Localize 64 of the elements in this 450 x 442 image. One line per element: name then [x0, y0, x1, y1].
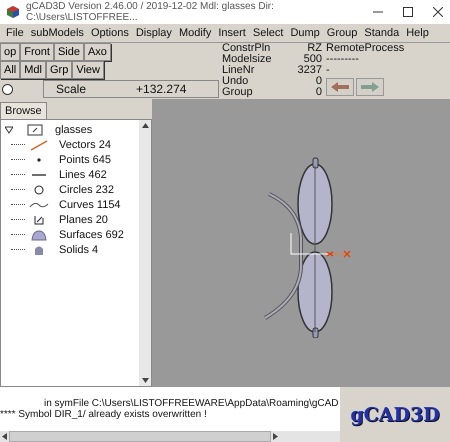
info-value: 0 [316, 76, 322, 87]
cube-icon [6, 5, 20, 19]
view-button[interactable]: Front [20, 43, 54, 61]
maximize-icon [403, 7, 413, 17]
left-arrow-icon[interactable] [2, 433, 7, 440]
menu-item[interactable]: Display [136, 27, 172, 39]
back-button[interactable] [326, 78, 354, 96]
menu-item[interactable]: File [6, 27, 24, 39]
menu-item[interactable]: Insert [218, 27, 246, 39]
expander-icon[interactable] [5, 126, 13, 134]
menu-item[interactable]: Group [326, 27, 358, 39]
view-button[interactable]: Side [54, 43, 84, 61]
menu-item[interactable]: Options [90, 27, 129, 39]
info-text: --------- [326, 54, 360, 65]
info-value: 0 [316, 87, 322, 98]
info-text: - [326, 65, 331, 76]
info-label: LineNr [222, 65, 254, 76]
model-icon [27, 124, 43, 136]
view-button[interactable]: Grp [46, 61, 72, 79]
info-value: 3237 [298, 65, 322, 76]
scrollbar[interactable] [139, 120, 151, 386]
tree-item[interactable]: Planes 20 [59, 214, 108, 226]
scrollbar[interactable] [0, 431, 340, 442]
scale-field[interactable]: Scale +132.274 [43, 80, 219, 98]
info-text: RemoteProcess [326, 43, 404, 54]
menu-item[interactable]: Modify [178, 27, 212, 39]
view-button[interactable]: All [0, 61, 20, 79]
menu-item[interactable]: Dump [290, 27, 320, 39]
message-line: in symFile C:\Users\LISTOFFREEWARE\AppData\Roaming\gCAD [43, 398, 340, 409]
tree-item[interactable]: Lines 462 [59, 168, 107, 180]
tree-item[interactable]: glasses [55, 124, 92, 136]
left-arrow-icon [331, 82, 349, 92]
surface-icon [29, 228, 49, 240]
view-button[interactable]: Axo [84, 43, 111, 61]
browse-tab[interactable]: Browse [0, 102, 47, 119]
close-icon [433, 7, 443, 17]
right-arrow-icon[interactable] [273, 433, 278, 440]
info-label: Group [222, 87, 253, 98]
info-value: 500 [304, 54, 322, 65]
tree-item[interactable]: Curves 1154 [59, 198, 121, 210]
menu-item[interactable]: Standa [364, 27, 400, 39]
logo: gCAD3D [349, 402, 441, 428]
tree-item[interactable]: Vectors 24 [59, 138, 111, 150]
menu-item[interactable]: subModels [30, 27, 84, 39]
tree-item[interactable]: Points 645 [59, 154, 111, 166]
tree-item[interactable]: Surfaces 692 [59, 228, 124, 240]
tree-item[interactable]: Circles 232 [59, 184, 114, 196]
point-icon [37, 158, 41, 162]
right-arrow-icon [361, 82, 379, 92]
tree-item[interactable]: Solids 4 [59, 244, 98, 256]
menu-item[interactable]: Help [406, 27, 429, 39]
radio-button[interactable] [2, 84, 13, 94]
message-line: **** Symbol DIR_1/ already exists overwritten ! [0, 409, 208, 420]
view-button[interactable]: op [0, 43, 20, 61]
view-button[interactable]: View [72, 61, 104, 79]
window-title: gCAD3D Version 2.46.00 / 2019-12-02 Mdl: glasses Dir: C:\Users\LISTOFFREE... [26, 1, 275, 23]
menu-item[interactable]: Select [252, 27, 284, 39]
view-button[interactable]: Mdl [20, 61, 46, 79]
info-value: RZ [307, 43, 322, 54]
down-arrow-icon[interactable] [142, 378, 148, 383]
info-label: Modelsize [222, 54, 272, 65]
info-label: Undo [222, 76, 248, 87]
up-arrow-icon[interactable] [142, 123, 148, 128]
info-label: ConstrPln [222, 43, 270, 54]
